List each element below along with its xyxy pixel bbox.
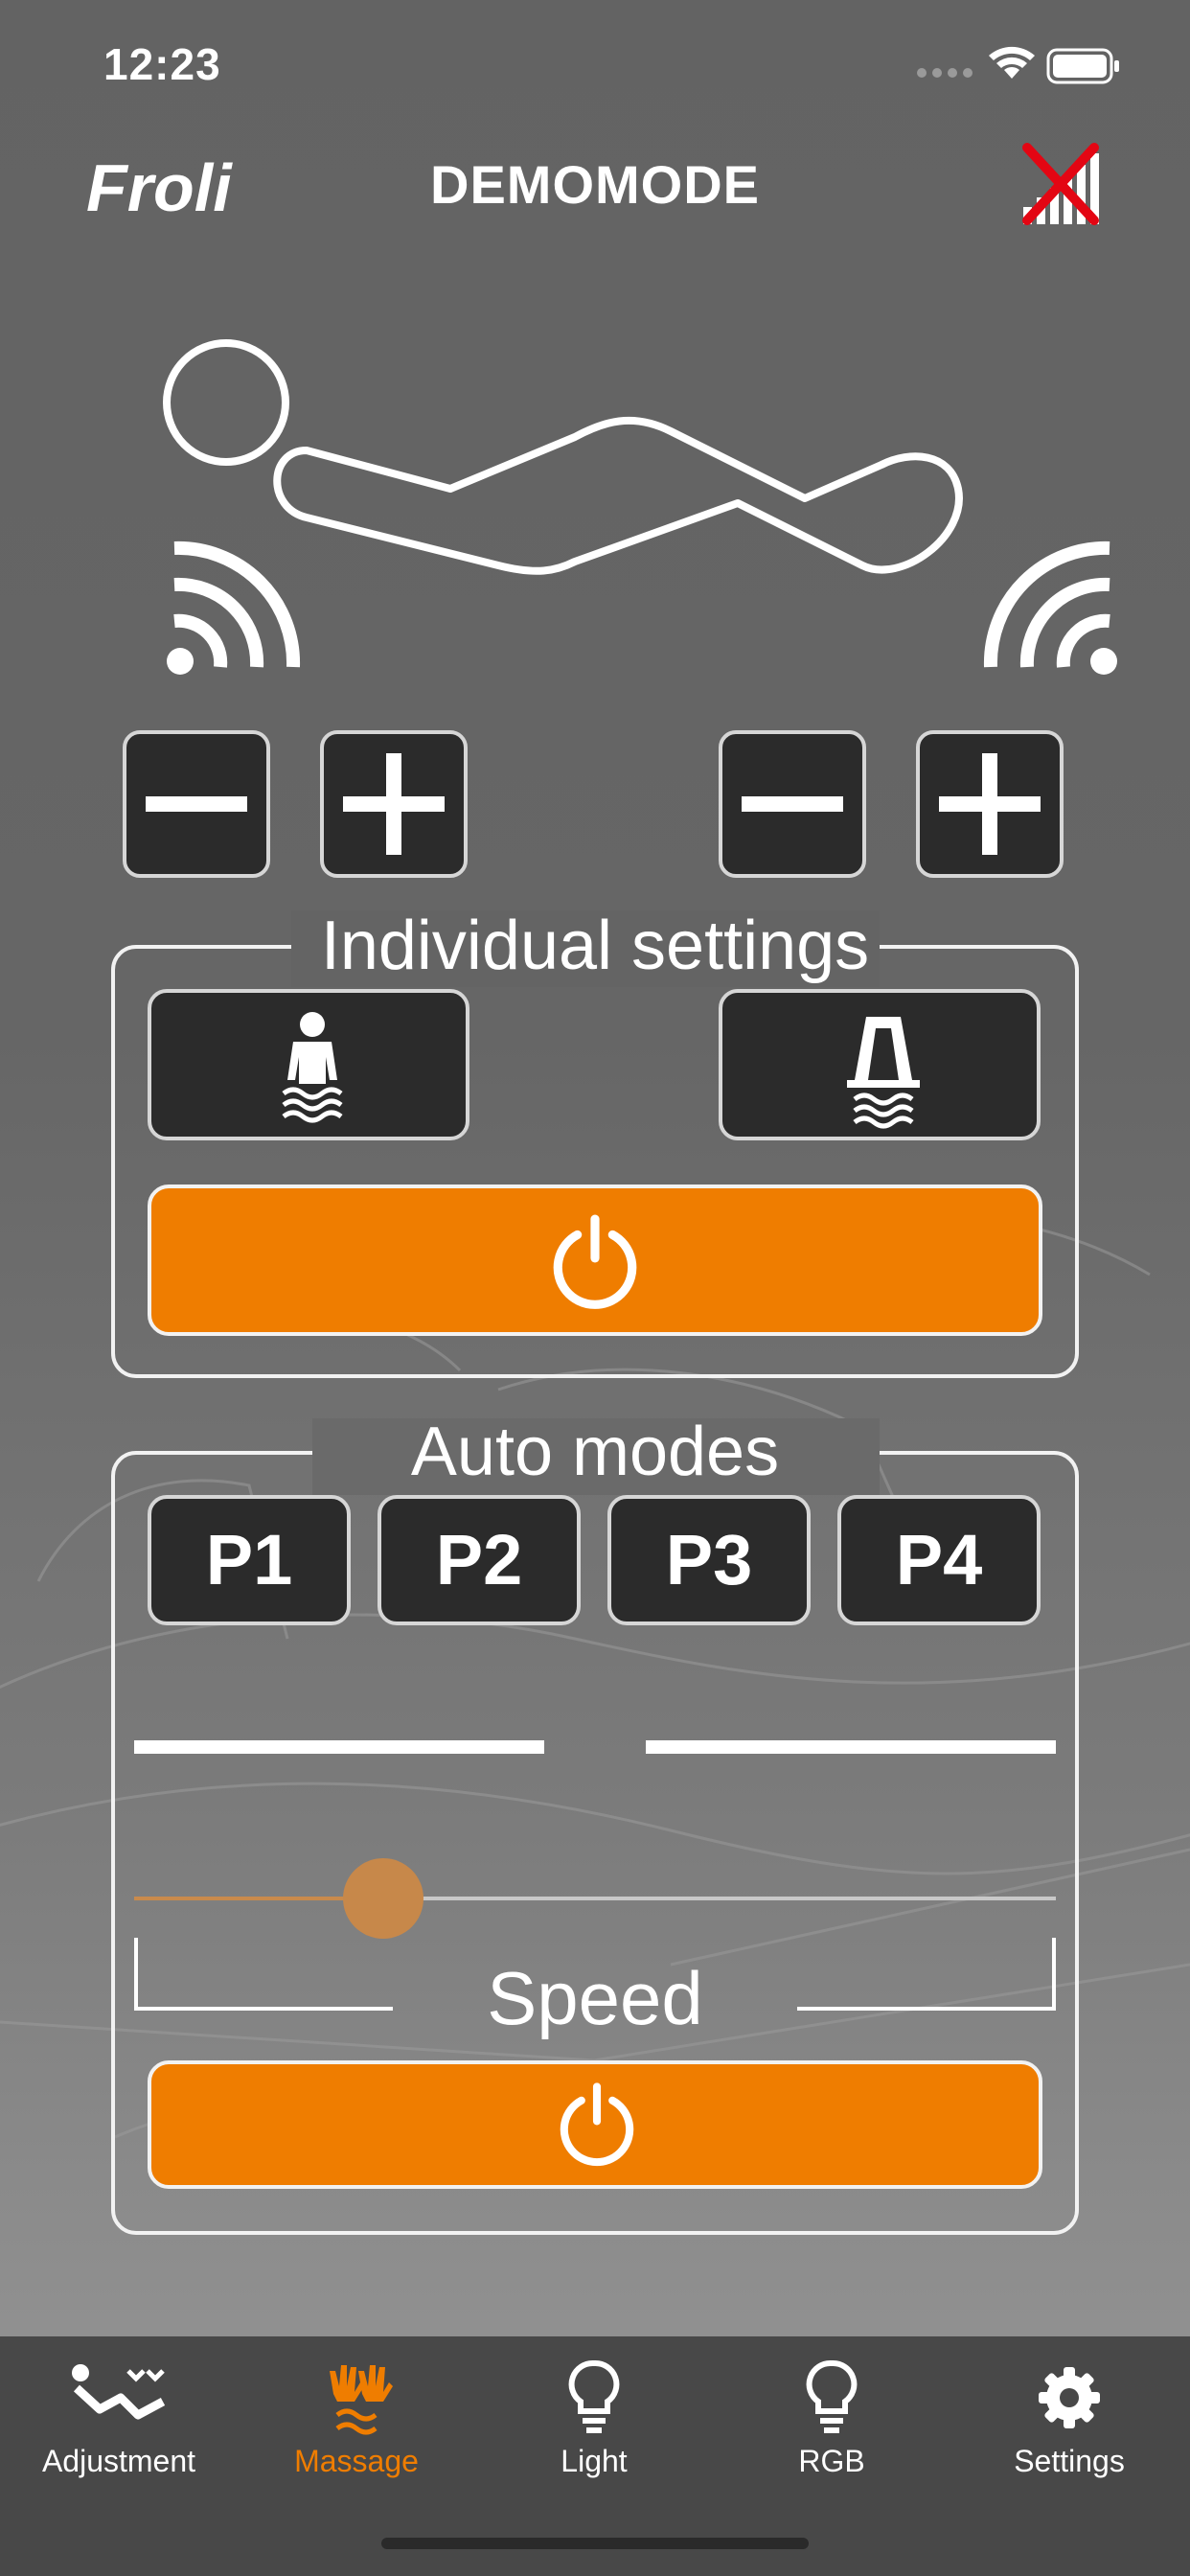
tab-adjustment[interactable]: Adjustment (0, 2336, 238, 2509)
connection-status-button[interactable] (1014, 134, 1119, 240)
body-massage-button[interactable] (148, 989, 469, 1140)
foot-intensity-minus-button[interactable] (719, 730, 866, 878)
page-title: DEMOMODE (430, 154, 760, 215)
foot-intensity-plus-button[interactable] (916, 730, 1064, 878)
home-indicator[interactable] (381, 2538, 809, 2549)
preset-p2-button[interactable]: P2 (378, 1495, 581, 1625)
tab-label: Settings (1014, 2444, 1125, 2478)
massage-icon (330, 2365, 393, 2435)
auto-power-button[interactable] (148, 2060, 1042, 2189)
minus-icon (742, 796, 843, 812)
preset-p4-button[interactable]: P4 (837, 1495, 1041, 1625)
minus-icon (146, 796, 247, 812)
status-time: 12:23 (103, 39, 221, 89)
header: Froli DEMOMODE (0, 134, 1190, 240)
tab-light[interactable]: Light (475, 2336, 713, 2509)
tab-label: Adjustment (41, 2444, 196, 2478)
tab-rgb[interactable]: RGB (713, 2336, 950, 2509)
plus-icon (939, 753, 1041, 855)
speed-slider-thumb[interactable] (342, 1858, 423, 1939)
plus-icon (343, 753, 445, 855)
power-icon (560, 2082, 634, 2167)
tab-label: Light (561, 2444, 628, 2478)
gear-icon (1039, 2367, 1100, 2428)
bulb-icon (568, 2359, 620, 2433)
individual-settings-title: Individual settings (320, 908, 870, 984)
tab-bar: Adjustment Massage Light RGB Settings (0, 2336, 1190, 2576)
head-intensity-plus-button[interactable] (320, 730, 468, 878)
zone-indicator-left (134, 1740, 544, 1754)
auto-modes-title: Auto modes (410, 1414, 780, 1490)
tab-label: RGB (798, 2444, 865, 2478)
status-bar: 12:23 (0, 0, 1190, 126)
tab-settings[interactable]: Settings (950, 2336, 1188, 2509)
battery-icon (1046, 48, 1119, 84)
adjustment-icon (72, 2364, 166, 2420)
cell-signal-icon (917, 68, 927, 78)
tab-massage[interactable]: Massage (238, 2336, 475, 2509)
head-intensity-minus-button[interactable] (123, 730, 270, 878)
status-icons (917, 46, 1119, 84)
preset-p3-button[interactable]: P3 (607, 1495, 811, 1625)
speed-label: Speed (487, 1956, 703, 2040)
power-icon (553, 1214, 637, 1309)
foot-massage-icon (983, 540, 1117, 675)
preset-p1-button[interactable]: P1 (148, 1495, 351, 1625)
wifi-icon (989, 46, 1035, 79)
zone-indicator-right (646, 1740, 1056, 1754)
head-massage-icon (167, 540, 301, 675)
bulb-icon (806, 2359, 858, 2433)
leg-massage-icon (847, 1017, 920, 1129)
body-massage-icon (282, 1012, 343, 1123)
individual-power-button[interactable] (148, 1184, 1042, 1336)
tab-label: Massage (294, 2444, 419, 2478)
leg-massage-button[interactable] (719, 989, 1041, 1140)
